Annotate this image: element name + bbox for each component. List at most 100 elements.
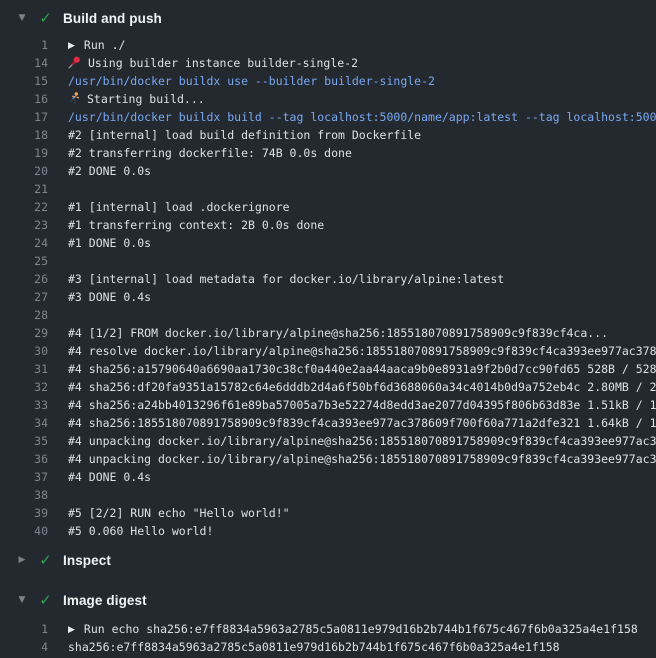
line-content: #3 [internal] load metadata for docker.i… (68, 270, 504, 288)
line-text: #2 DONE 0.0s (68, 164, 151, 178)
line-number[interactable]: 26 (0, 270, 48, 288)
line-text: Run ./ (84, 38, 126, 52)
log-line: 18 #2 [internal] load build definition fr… (0, 126, 656, 144)
line-number[interactable]: 37 (0, 468, 48, 486)
line-number[interactable]: 28 (0, 306, 48, 324)
line-content: #4 [1/2] FROM docker.io/library/alpine@s… (68, 324, 608, 342)
line-content: ▶ Run echo sha256:e7ff8834a5963a2785c5a08… (68, 620, 638, 638)
line-content: #3 DONE 0.4s (68, 288, 151, 306)
line-number[interactable]: 18 (0, 126, 48, 144)
log-line: 33 #4 sha256:a24bb4013296f61e89ba57005a7b… (0, 396, 656, 414)
line-number[interactable]: 39 (0, 504, 48, 522)
step-header-image-digest[interactable]: ▼ ✓ Image digest (0, 580, 656, 620)
log-line: 29 #4 [1/2] FROM docker.io/library/alpine… (0, 324, 656, 342)
line-content: #1 transferring context: 2B 0.0s done (68, 216, 324, 234)
log-line: 27 #3 DONE 0.4s (0, 288, 656, 306)
line-text: /usr/bin/docker buildx build --tag local… (68, 110, 656, 124)
log-line: 22 #1 [internal] load .dockerignore (0, 198, 656, 216)
line-number[interactable]: 24 (0, 234, 48, 252)
log-lines-build-and-push: 1 ▶ Run ./ 14 Using builder instance builder… (0, 36, 656, 540)
check-icon: ✓ (37, 9, 54, 27)
log-line: 24 #1 DONE 0.0s (0, 234, 656, 252)
line-number[interactable]: 34 (0, 414, 48, 432)
step-section-image-digest: ▼ ✓ Image digest 1 ▶ Run echo sha256:e7ff8… (0, 580, 656, 656)
line-number[interactable]: 1 (0, 36, 48, 54)
line-text: Starting build... (87, 92, 205, 106)
chevron-right-icon[interactable]: ▶ (16, 555, 28, 565)
line-content: #4 sha256:a24bb4013296f61e89ba57005a7b3e… (68, 396, 656, 414)
log-line: 1 ▶ Run echo sha256:e7ff8834a5963a2785c5a0… (0, 620, 656, 638)
line-text: #3 [internal] load metadata for docker.i… (68, 272, 504, 286)
log-line: 34#4 sha256:185518070891758909c9f839cf4c… (0, 414, 656, 432)
line-content: /usr/bin/docker buildx build --tag local… (68, 108, 656, 126)
line-number[interactable]: 32 (0, 378, 48, 396)
line-content: #4 resolve docker.io/library/alpine@sha2… (68, 342, 656, 360)
line-content: #2 transferring dockerfile: 74B 0.0s don… (68, 144, 352, 162)
line-content: Starting build... (68, 90, 205, 108)
line-text: #4 unpacking docker.io/library/alpine@sh… (68, 452, 656, 466)
line-content: #5 [2/2] RUN echo "Hello world!" (68, 504, 290, 522)
line-number[interactable]: 22 (0, 198, 48, 216)
expand-run-icon[interactable]: ▶ (68, 621, 75, 638)
line-number[interactable]: 19 (0, 144, 48, 162)
log-line: 35 #4 unpacking docker.io/library/alpine@… (0, 432, 656, 450)
line-number[interactable]: 27 (0, 288, 48, 306)
line-text: #4 sha256:a15790640a6690aa1730c38cf0a440… (68, 362, 656, 376)
line-content: #1 [internal] load .dockerignore (68, 198, 290, 216)
line-text: Run echo sha256:e7ff8834a5963a2785c5a081… (84, 622, 638, 636)
workflow-log: ▼ ✓ Build and push 1▶Run ./14Using build… (0, 0, 656, 658)
step-title: Build and push (63, 11, 162, 26)
step-header-inspect[interactable]: ▶ ✓ Inspect (0, 540, 656, 580)
line-content: #2 [internal] load build definition from… (68, 126, 421, 144)
line-number[interactable]: 40 (0, 522, 48, 540)
line-number[interactable]: 31 (0, 360, 48, 378)
expand-run-icon[interactable]: ▶ (68, 37, 75, 54)
line-number[interactable]: 35 (0, 432, 48, 450)
line-number[interactable]: 17 (0, 108, 48, 126)
step-header-build-and-push[interactable]: ▼ ✓ Build and push (0, 0, 656, 36)
log-line: 15/usr/bin/docker buildx use --builder b… (0, 72, 656, 90)
log-line: 14 Using builder instance builder-single-… (0, 54, 656, 72)
line-number[interactable]: 21 (0, 180, 48, 198)
line-number[interactable]: 16 (0, 90, 48, 108)
line-text: #1 DONE 0.0s (68, 236, 151, 250)
log-line: 37#4 DONE 0.4s (0, 468, 656, 486)
log-line: 32 #4 sha256:df20fa9351a15782c64e6dddb2d4… (0, 378, 656, 396)
step-section-build-and-push: ▼ ✓ Build and push 1 ▶ Run ./ 14 Using build… (0, 0, 656, 540)
line-number[interactable]: 29 (0, 324, 48, 342)
log-line: 20 #2 DONE 0.0s (0, 162, 656, 180)
check-icon: ✓ (37, 551, 54, 569)
line-content: Using builder instance builder-single-2 (68, 54, 358, 72)
line-text: /usr/bin/docker buildx use --builder bui… (68, 74, 435, 88)
line-number[interactable]: 14 (0, 54, 48, 72)
line-text: #4 [1/2] FROM docker.io/library/alpine@s… (68, 326, 608, 340)
log-line: 40 #5 0.060 Hello world! (0, 522, 656, 540)
log-line: 25 (0, 252, 656, 270)
line-number[interactable]: 4 (0, 638, 48, 656)
line-content: /usr/bin/docker buildx use --builder bui… (68, 72, 435, 90)
log-line: 39 #5 [2/2] RUN echo "Hello world!" (0, 504, 656, 522)
chevron-down-icon[interactable]: ▼ (16, 595, 28, 605)
log-line: 26 #3 [internal] load metadata for docker… (0, 270, 656, 288)
line-number[interactable]: 23 (0, 216, 48, 234)
line-number[interactable]: 38 (0, 486, 48, 504)
line-text: #1 transferring context: 2B 0.0s done (68, 218, 324, 232)
line-text: #5 [2/2] RUN echo "Hello world!" (68, 506, 290, 520)
line-text: #4 unpacking docker.io/library/alpine@sh… (68, 434, 656, 448)
line-number[interactable]: 20 (0, 162, 48, 180)
line-number[interactable]: 36 (0, 450, 48, 468)
line-text: #5 0.060 Hello world! (68, 524, 213, 538)
line-number[interactable]: 30 (0, 342, 48, 360)
line-text: Using builder instance builder-single-2 (88, 56, 358, 70)
line-content: #4 unpacking docker.io/library/alpine@sh… (68, 432, 656, 450)
log-line: 31 #4 sha256:a15790640a6690aa1730c38cf0a4… (0, 360, 656, 378)
line-text: #4 sha256:df20fa9351a15782c64e6dddb2d4a6… (68, 380, 656, 394)
line-number[interactable]: 1 (0, 620, 48, 638)
line-number[interactable]: 15 (0, 72, 48, 90)
log-line: 23 #1 transferring context: 2B 0.0s done (0, 216, 656, 234)
log-line: 21 (0, 180, 656, 198)
log-line: 38 (0, 486, 656, 504)
line-number[interactable]: 25 (0, 252, 48, 270)
line-number[interactable]: 33 (0, 396, 48, 414)
chevron-down-icon[interactable]: ▼ (16, 13, 28, 23)
